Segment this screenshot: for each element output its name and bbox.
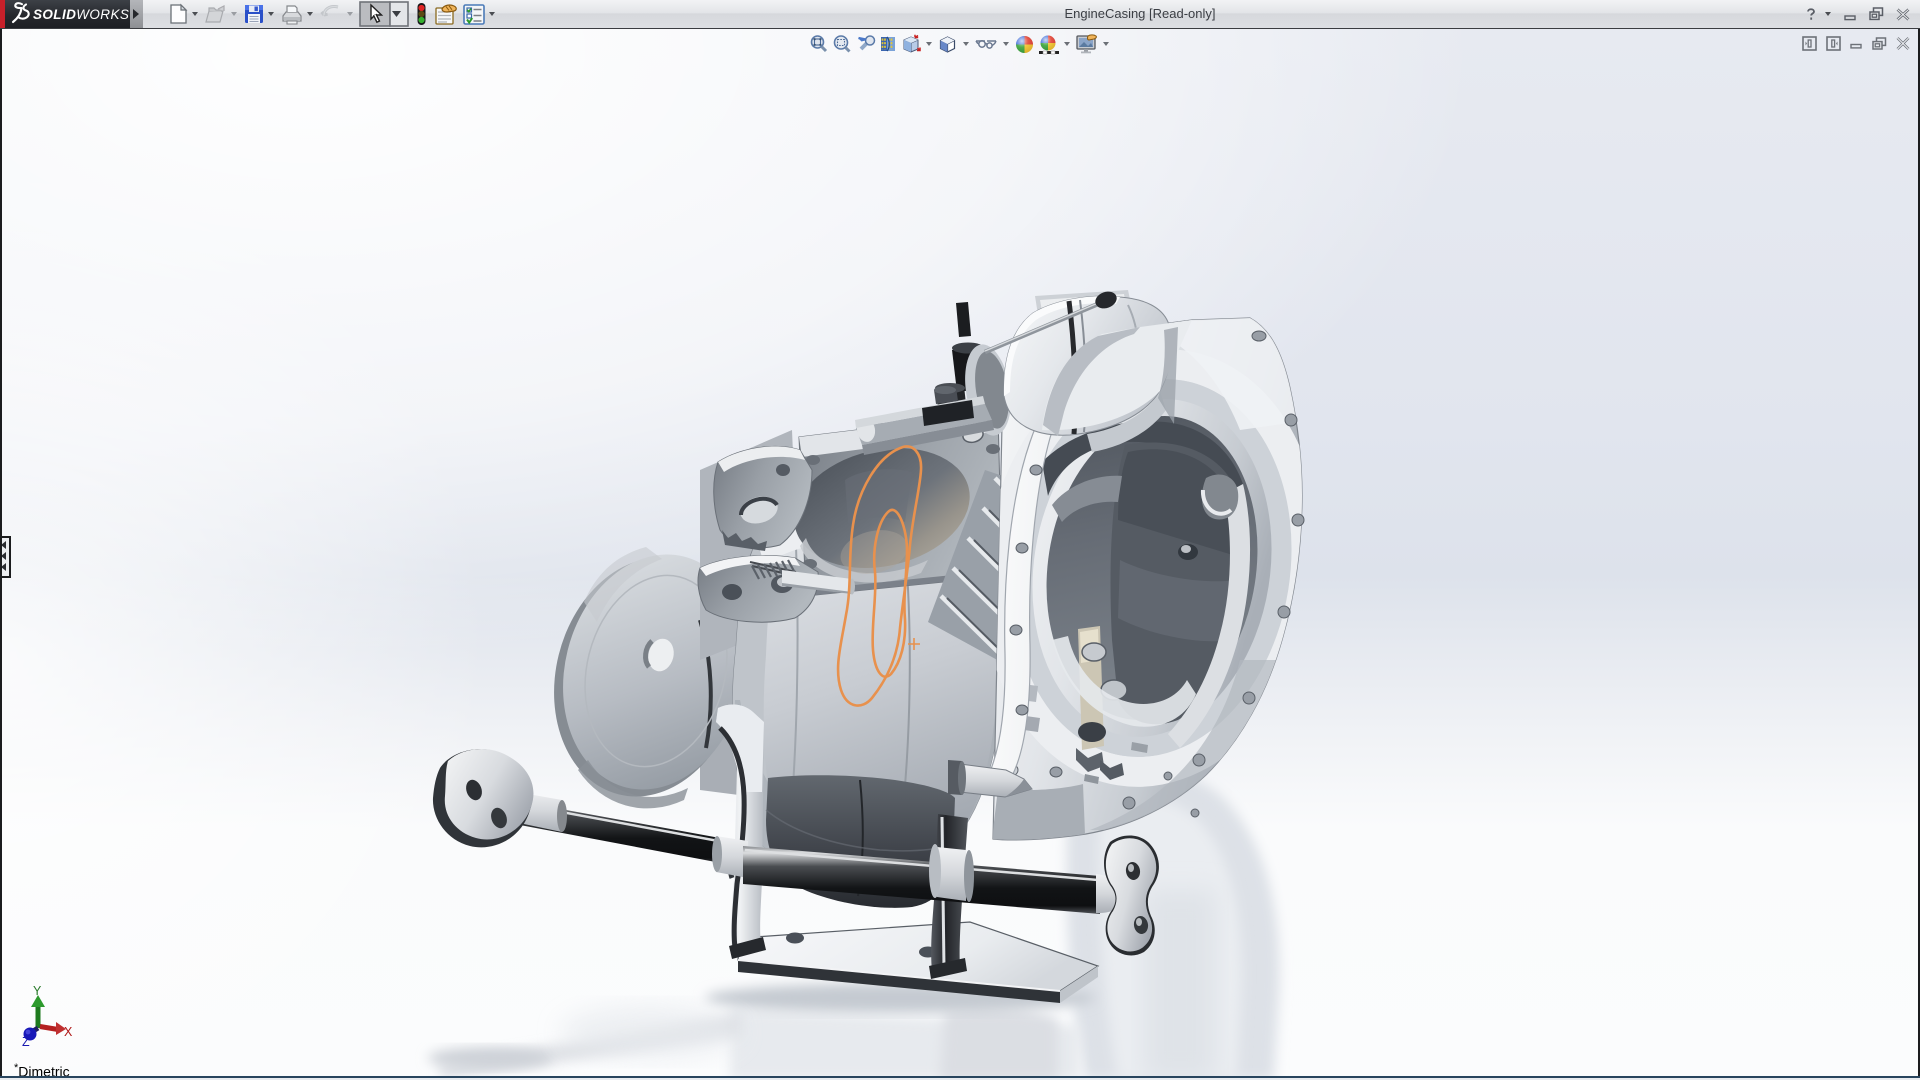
svg-text:X: X	[64, 1025, 73, 1039]
svg-text:SOLIDWORKS: SOLIDWORKS	[33, 7, 129, 22]
svg-text:Z: Z	[22, 1035, 30, 1049]
